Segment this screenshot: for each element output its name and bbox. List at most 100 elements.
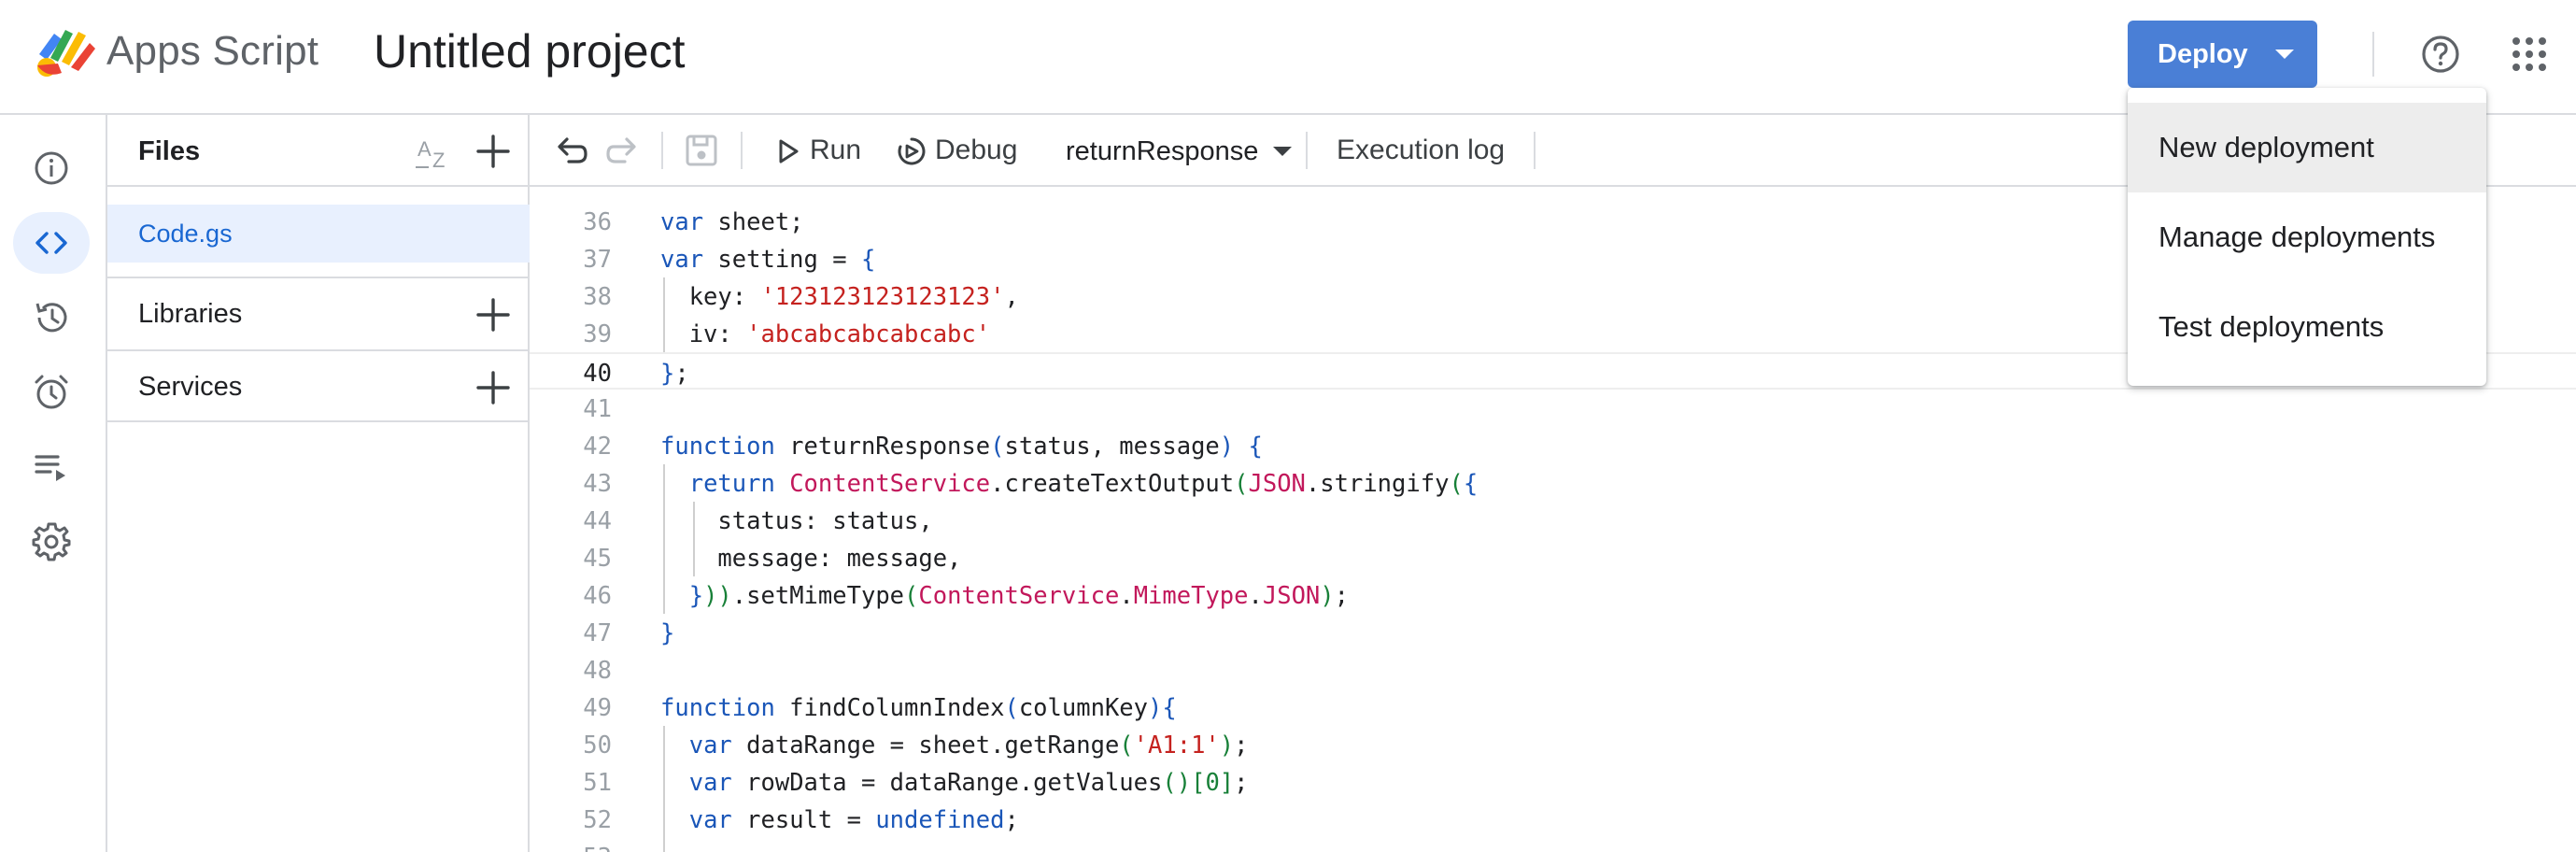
line-number: 42 <box>583 433 612 461</box>
debug-button[interactable]: Debug <box>896 115 1054 187</box>
add-library-plus-icon[interactable] <box>474 296 512 334</box>
redo-icon[interactable] <box>604 132 642 169</box>
play-icon <box>779 139 799 163</box>
save-icon[interactable] <box>683 132 720 169</box>
files-title: Files <box>138 136 201 166</box>
function-select-value: returnResponse <box>1066 136 1259 166</box>
add-file-plus-icon[interactable] <box>474 133 512 170</box>
file-name: Code.gs <box>138 220 233 248</box>
line-number: 36 <box>583 208 612 236</box>
libraries-section: Libraries <box>107 277 530 349</box>
code-text: var dataRange = sheet.getRange('A1:1'); <box>688 731 1249 760</box>
code-line: 41 <box>530 390 2576 427</box>
code-line: 44 status: status, <box>530 502 2576 539</box>
run-button[interactable]: Run <box>776 115 898 187</box>
code-line: 42 function returnResponse(status, messa… <box>530 427 2576 464</box>
code-text: return ContentService.createTextOutput(J… <box>688 470 1479 498</box>
code-line: 49 function findColumnIndex(columnKey){ <box>530 689 2576 726</box>
menu-item-manage-deployments[interactable]: Manage deployments <box>2128 192 2486 282</box>
run-label: Run <box>810 135 862 165</box>
code-text: var rowData = dataRange.getValues()[0]; <box>688 769 1249 797</box>
code-line: 51 var rowData = dataRange.getValues()[0… <box>530 763 2576 801</box>
code-line-partial: 53 <box>530 838 2576 852</box>
code-text: iv: 'abcabcabcabcabc' <box>660 320 991 348</box>
code-text: }; <box>660 360 689 388</box>
header-divider <box>2372 32 2374 77</box>
indent-guide <box>693 502 695 576</box>
toolbar-divider <box>661 132 663 169</box>
code-line: 50 var dataRange = sheet.getRange('A1:1'… <box>530 726 2576 763</box>
overview-icon[interactable] <box>13 137 90 199</box>
line-number: 44 <box>583 507 612 535</box>
code-text: message: message, <box>660 545 962 573</box>
code-text: function returnResponse(status, message)… <box>660 433 1263 461</box>
project-title[interactable]: Untitled project <box>374 24 686 78</box>
code-text: status: status, <box>660 507 933 535</box>
function-select[interactable]: returnResponse <box>1051 115 1294 187</box>
sort-az-icon[interactable]: A Z <box>414 132 455 173</box>
line-number: 43 <box>583 470 612 498</box>
help-icon[interactable] <box>2420 34 2461 75</box>
svg-text:Z: Z <box>432 149 445 172</box>
deploy-menu: New deployment Manage deployments Test d… <box>2128 88 2486 386</box>
services-title: Services <box>138 372 243 402</box>
code-text: })).setMimeType(ContentService.MimeType.… <box>688 582 1350 610</box>
svg-text:A: A <box>418 137 432 161</box>
menu-item-new-deployment[interactable]: New deployment <box>2128 103 2486 192</box>
line-number: 50 <box>583 731 612 760</box>
left-navigation-rail <box>0 115 107 852</box>
code-line: 46 })).setMimeType(ContentService.MimeTy… <box>530 576 2576 614</box>
apps-script-logo-icon <box>37 30 95 77</box>
undo-icon[interactable] <box>552 132 589 169</box>
toolbar-divider <box>1306 132 1308 169</box>
line-number: 41 <box>583 395 612 423</box>
code-text: var result = undefined; <box>688 806 1019 834</box>
line-number: 52 <box>583 806 612 834</box>
code-line: 43 return ContentService.createTextOutpu… <box>530 464 2576 502</box>
executions-log-icon[interactable] <box>13 436 90 498</box>
indent-guide <box>663 464 665 614</box>
line-number: 39 <box>583 320 612 348</box>
line-number: 48 <box>583 657 612 685</box>
toolbar-divider <box>741 132 743 169</box>
file-item-code-gs[interactable]: Code.gs <box>107 205 530 263</box>
indent-guide <box>663 726 665 852</box>
settings-icon[interactable] <box>13 511 90 573</box>
libraries-title: Libraries <box>138 299 243 329</box>
line-number: 38 <box>583 283 612 311</box>
code-text: function findColumnIndex(columnKey){ <box>660 694 1177 722</box>
line-number: 46 <box>583 582 612 610</box>
executions-icon[interactable] <box>13 287 90 348</box>
services-section: Services <box>107 349 530 422</box>
code-text: var sheet; <box>660 208 804 236</box>
line-number: 45 <box>583 545 612 573</box>
editor-icon[interactable] <box>13 212 90 274</box>
add-service-plus-icon[interactable] <box>474 369 512 406</box>
google-apps-grid-icon[interactable] <box>2511 36 2548 73</box>
code-line: 45 message: message, <box>530 539 2576 576</box>
deploy-button-label: Deploy <box>2158 39 2248 69</box>
line-number: 51 <box>583 769 612 797</box>
debug-icon <box>898 137 926 165</box>
code-line: 48 <box>530 651 2576 689</box>
app-brand-name: Apps Script <box>106 28 319 74</box>
caret-down-icon <box>1273 147 1292 156</box>
deploy-button[interactable]: Deploy <box>2128 21 2317 88</box>
menu-item-test-deployments[interactable]: Test deployments <box>2128 282 2486 372</box>
files-header: Files A Z <box>107 115 530 187</box>
execution-log-button[interactable]: Execution log <box>1337 135 1505 166</box>
line-number: 47 <box>583 619 612 647</box>
code-text: } <box>660 619 675 647</box>
line-number: 49 <box>583 694 612 722</box>
indent-guide <box>663 277 665 352</box>
files-panel: Files A Z Code.gs Libraries Services <box>107 115 530 852</box>
code-text: var setting = { <box>660 246 876 274</box>
triggers-icon[interactable] <box>13 362 90 423</box>
line-number: 40 <box>583 360 612 388</box>
debug-label: Debug <box>935 135 1018 165</box>
line-number: 37 <box>583 246 612 274</box>
code-line: 52 var result = undefined; <box>530 801 2576 838</box>
caret-down-icon[interactable] <box>2268 37 2301 71</box>
code-text: key: '123123123123123', <box>660 283 1019 311</box>
toolbar-divider <box>1534 132 1536 169</box>
